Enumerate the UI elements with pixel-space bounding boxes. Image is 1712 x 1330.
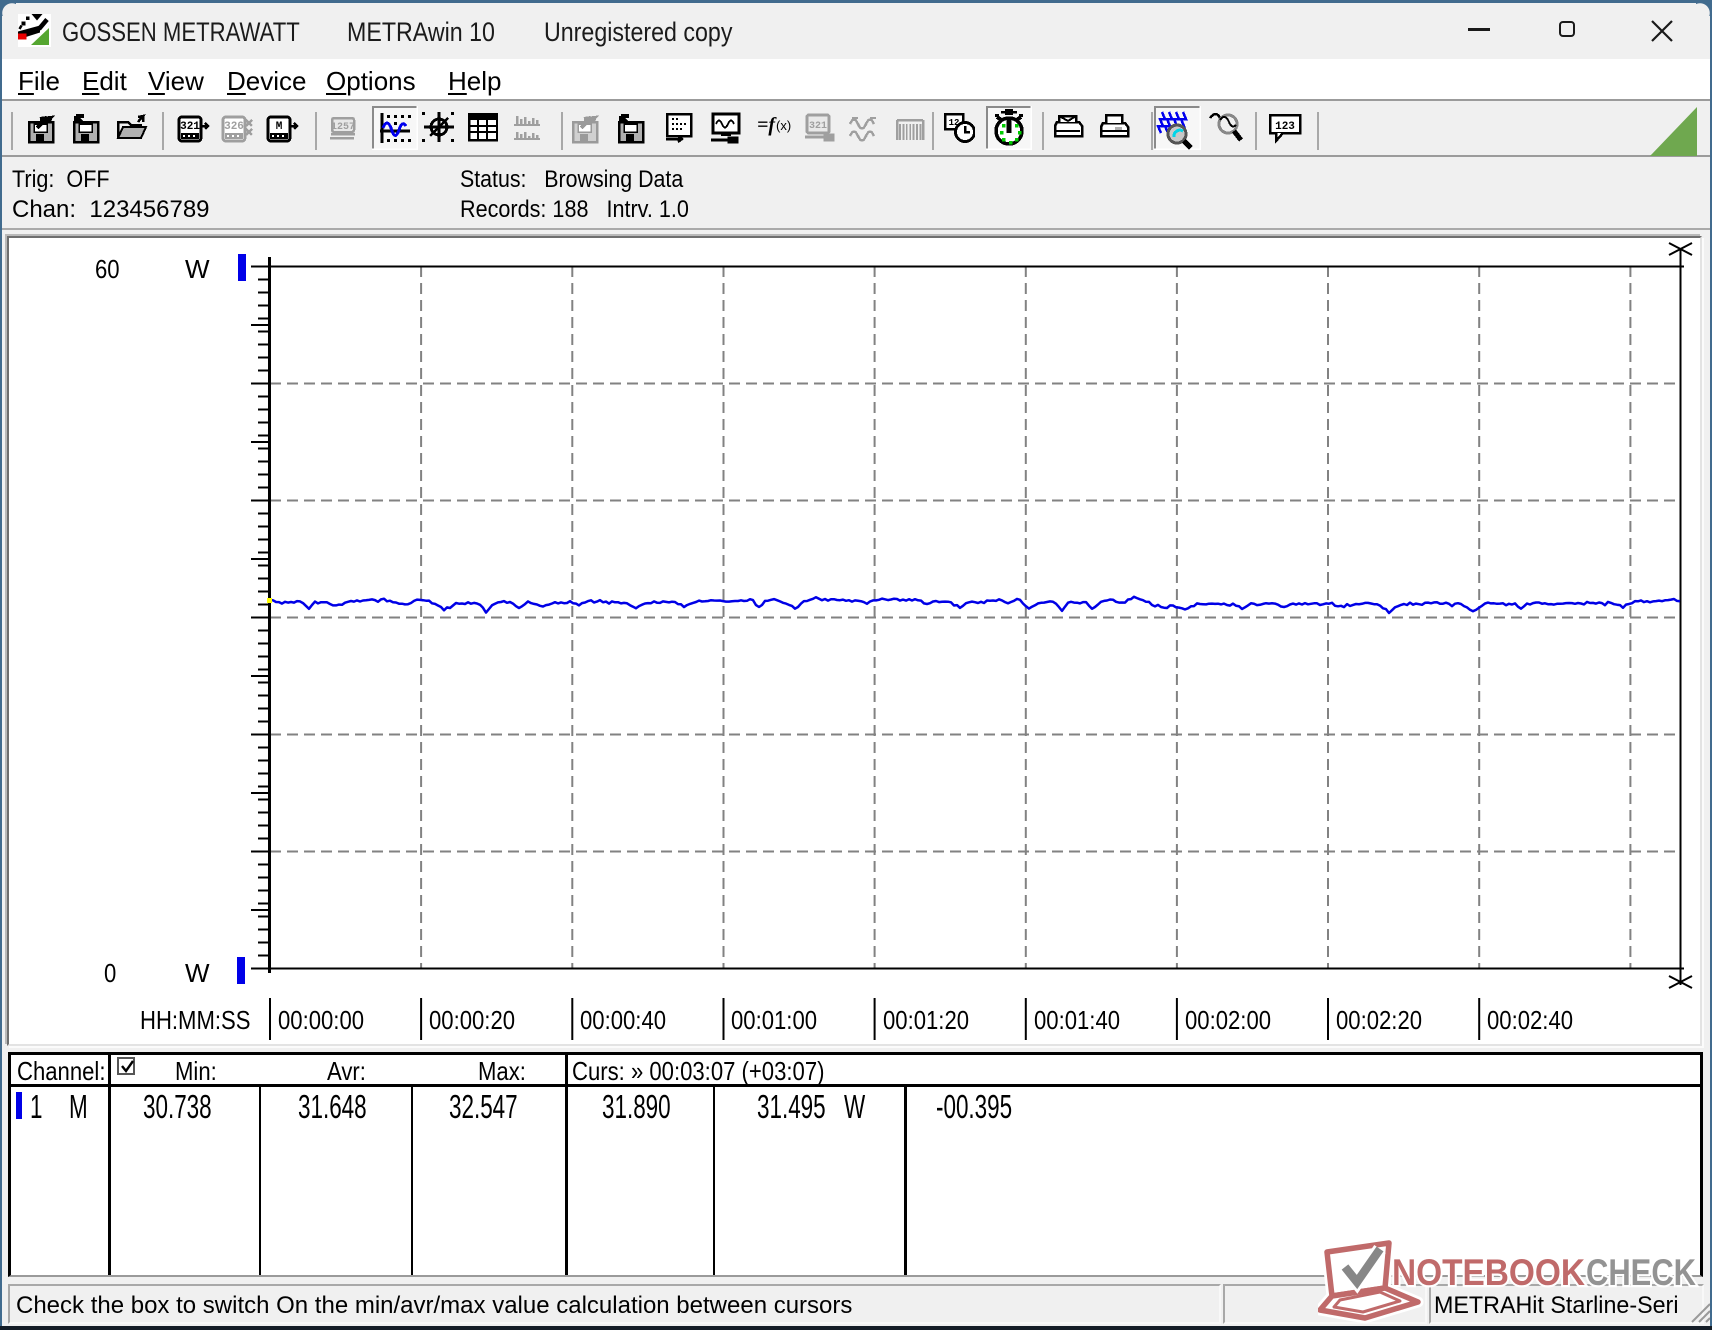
svg-text:NOTEBOOK: NOTEBOOK bbox=[1392, 1252, 1585, 1293]
svg-text:CHECK: CHECK bbox=[1586, 1252, 1696, 1293]
